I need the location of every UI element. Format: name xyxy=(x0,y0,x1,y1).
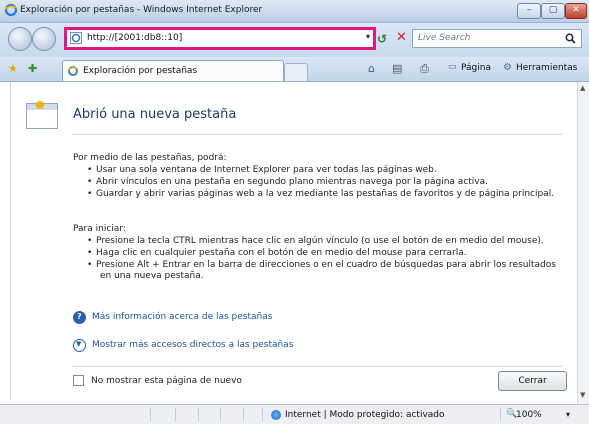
close-window-button[interactable]: ✕ xyxy=(565,3,587,19)
start-text: Para iniciar: xyxy=(73,224,126,234)
search-icon[interactable] xyxy=(565,33,576,44)
feeds-icon[interactable]: ▤ xyxy=(392,62,402,75)
help-icon[interactable]: ? xyxy=(73,311,86,324)
divider xyxy=(72,134,562,135)
ie-logo-icon xyxy=(4,3,18,17)
favorites-star-icon[interactable]: ★ xyxy=(8,62,18,75)
list-item: Presione la tecla CTRL mientras hace cli… xyxy=(87,235,566,247)
stop-icon[interactable]: ✕ xyxy=(396,30,407,45)
zoom-dropdown-icon[interactable]: ▾ xyxy=(566,410,570,419)
address-input[interactable]: http://[2001:db8::10] xyxy=(87,33,182,43)
show-shortcuts-link[interactable]: Mostrar más accesos directos a las pesta… xyxy=(92,340,293,350)
new-tab-button[interactable] xyxy=(284,63,308,81)
refresh-icon[interactable]: ↺ xyxy=(377,32,387,46)
address-dropdown-icon[interactable]: ▾ xyxy=(366,32,370,41)
page-favicon-icon xyxy=(70,32,82,44)
search-box[interactable]: Live Search xyxy=(412,29,582,48)
address-bar[interactable]: http://[2001:db8::10] ▾ xyxy=(64,27,376,50)
print-icon[interactable]: ⎙ xyxy=(420,62,429,76)
tab-exploracion[interactable]: Exploración por pestañas xyxy=(62,60,284,81)
dont-show-checkbox[interactable] xyxy=(73,375,84,386)
close-button[interactable]: Cerrar xyxy=(498,371,567,391)
search-input[interactable]: Live Search xyxy=(418,33,470,43)
window-title: Exploración por pestañas - Windows Inter… xyxy=(20,5,263,15)
list-item: Abrir vínculos en una pestaña en segundo… xyxy=(87,176,566,188)
tab-ie-icon xyxy=(67,66,79,76)
maximize-button[interactable]: ▢ xyxy=(541,3,565,19)
tab-row: ★ ✚ Exploración por pestañas ⌂ ▤ ⎙ ▭ Pág… xyxy=(0,57,589,82)
page-title: Abrió una nueva pestaña xyxy=(73,107,237,122)
expand-chevron-icon[interactable]: ▼ xyxy=(73,339,86,352)
forward-button[interactable] xyxy=(32,27,56,51)
back-button[interactable] xyxy=(8,27,32,51)
intro-text: Por medio de las pestañas, podrá: xyxy=(73,153,227,163)
dont-show-label: No mostrar esta página de nuevo xyxy=(91,376,242,386)
tools-gear-icon[interactable]: ⚙ xyxy=(503,62,512,73)
tools-menu[interactable]: Herramientas xyxy=(516,63,577,73)
tab-label: Exploración por pestañas xyxy=(83,66,198,76)
new-tab-illustration-icon: ✸ xyxy=(26,98,58,129)
zoom-level[interactable]: 100% xyxy=(516,410,542,420)
title-bar: Exploración por pestañas - Windows Inter… xyxy=(0,0,589,23)
list-item: Presione Alt + Entrar en la barra de dir… xyxy=(87,259,566,271)
scroll-up-icon[interactable]: ▲ xyxy=(580,84,585,92)
page-icon[interactable]: ▭ xyxy=(448,62,457,72)
address-row: http://[2001:db8::10] ▾ ↺ ✕ Live Search xyxy=(0,23,589,57)
page-menu[interactable]: Página xyxy=(461,63,491,73)
scroll-down-icon[interactable]: ▼ xyxy=(580,391,585,399)
divider xyxy=(72,366,562,367)
home-icon[interactable]: ⌂ xyxy=(368,62,375,75)
minimize-button[interactable]: – xyxy=(517,3,541,19)
internet-zone-icon xyxy=(271,410,281,420)
vertical-scrollbar[interactable]: ▲ ▼ xyxy=(577,82,589,404)
status-bar: Internet | Modo protegido: activado 🔍 10… xyxy=(0,404,589,424)
add-favorites-icon[interactable]: ✚ xyxy=(28,62,37,75)
zone-status: Internet | Modo protegido: activado xyxy=(285,410,445,420)
list-item: Usar una sola ventana de Internet Explor… xyxy=(87,164,566,176)
list-item: Guardar y abrir varias páginas web a la … xyxy=(87,188,566,200)
list-item: Haga clic en cualquier pestaña con el bo… xyxy=(87,247,566,259)
more-info-link[interactable]: Más información acerca de las pestañas xyxy=(92,312,272,322)
list-item-continuation: en una nueva pestaña. xyxy=(100,271,204,281)
